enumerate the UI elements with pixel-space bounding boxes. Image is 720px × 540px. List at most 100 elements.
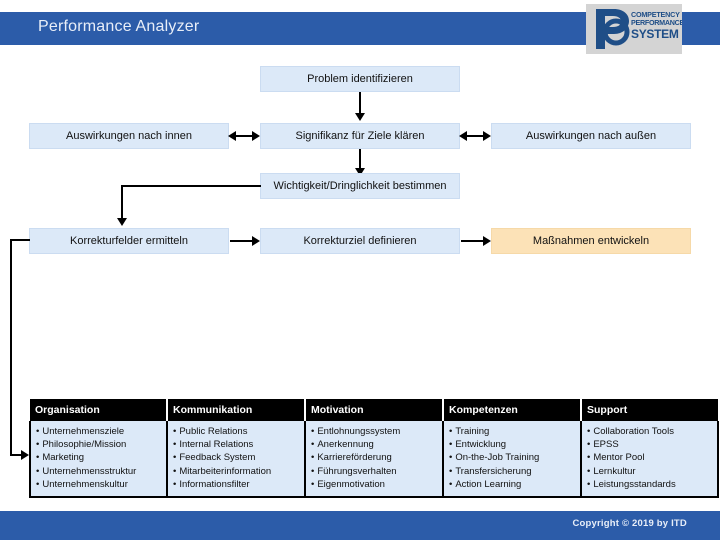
list-item: • Leistungsstandards (587, 478, 717, 491)
list-item: • Unternehmensstruktur (36, 465, 166, 478)
list-item: • Transfersicherung (449, 465, 580, 478)
list-item: • Philosophie/Mission (36, 438, 166, 451)
copyright-text: Copyright © 2019 by ITD (572, 518, 687, 529)
connector-korrekturziel-massnahmen (461, 240, 484, 242)
list-item-label: Führungsverhalten (317, 465, 397, 477)
list-item: • Internal Relations (173, 438, 304, 451)
bullet-glyph: • (449, 478, 453, 490)
flow-node-label: Auswirkungen nach innen (66, 130, 192, 142)
bullet-glyph: • (587, 452, 591, 464)
bullet-glyph: • (173, 426, 177, 437)
list-item-label: Mitarbeiterinformation (179, 465, 272, 477)
flow-node-signifikanz[interactable]: Signifikanz für Ziele klären (260, 123, 460, 149)
connector-signifikanz-aussen (467, 135, 484, 137)
list-item: • Marketing (36, 451, 166, 464)
connector-korrekturfelder-loop-h-top (10, 239, 30, 241)
bullet-glyph: • (587, 478, 591, 490)
list-item-label: Training (455, 426, 490, 437)
table-cell-motivation: • Entlohnungssystem • Anerkennung • Karrier… (305, 421, 444, 498)
flow-node-label: Korrekturfelder ermitteln (70, 235, 188, 247)
list-item-label: Leistungsstandards (593, 478, 676, 490)
arrowhead-left-innen (228, 131, 236, 141)
bullet-glyph: • (449, 426, 453, 437)
flow-node-auswirkungen-aussen[interactable]: Auswirkungen nach außen (491, 123, 691, 149)
column-header-kommunikation: Kommunikation (167, 399, 306, 421)
bullet-glyph: • (311, 439, 315, 451)
list-item-label: Entlohnungssystem (317, 426, 401, 437)
logo-line-2: PERFORMANCE (631, 17, 682, 27)
list-item: • Informationsfilter (173, 478, 304, 491)
p-monogram-icon (596, 9, 630, 49)
bullet-glyph: • (311, 426, 315, 437)
flow-node-label: Problem identifizieren (307, 73, 413, 85)
bullet-glyph: • (173, 478, 177, 490)
list-item-label: Internal Relations (179, 439, 254, 451)
table-cell-kommunikation: • Public Relations • Internal Relations • F… (167, 421, 306, 498)
column-header-motivation: Motivation (305, 399, 444, 421)
bullet-glyph: • (449, 465, 453, 477)
bullet-glyph: • (173, 465, 177, 477)
arrowhead-right-massnahmen (483, 236, 491, 246)
list-item-label: Lernkultur (593, 465, 636, 477)
connector-korrekturfelder-loop-v (10, 239, 12, 456)
competency-matrix-table: Organisation Kommunikation Motivation Ko… (29, 399, 719, 498)
flow-node-massnahmen[interactable]: Maßnahmen entwickeln (491, 228, 691, 254)
list-item: • Public Relations (173, 425, 304, 438)
bullet-glyph: • (36, 452, 40, 464)
table-header-row: Organisation Kommunikation Motivation Ko… (30, 399, 718, 421)
list-item: • Entwicklung (449, 438, 580, 451)
flow-node-label: Maßnahmen entwickeln (532, 235, 650, 247)
bullet-glyph: • (587, 439, 591, 451)
arrowhead-right-aussen (483, 131, 491, 141)
arrowhead-right-signifikanz-left (252, 131, 260, 141)
bullet-glyph: • (449, 452, 453, 464)
list-item: • Training (449, 425, 580, 438)
list-item: • Unternehmenskultur (36, 478, 166, 491)
list-item-label: Unternehmensziele (42, 426, 125, 437)
page-title: Performance Analyzer (38, 18, 200, 35)
bullet-glyph: • (449, 439, 453, 451)
column-header-support: Support (581, 399, 718, 421)
logo-wordmark: COMPETENCY PERFORMANCE SYSTEM (631, 11, 682, 41)
bullet-glyph: • (587, 465, 591, 477)
list-item-label: Unternehmenskultur (42, 478, 128, 490)
list-item: • EPSS (587, 438, 717, 451)
connector-wichtigkeit-elbow-v (121, 185, 123, 222)
table-cell-organisation: • Unternehmensziele • Philosophie/Mission … (30, 421, 168, 498)
bullet-glyph: • (36, 478, 40, 490)
bullet-glyph: • (36, 426, 40, 437)
flow-node-label: Signifikanz für Ziele klären (295, 130, 425, 142)
list-item: • Unternehmensziele (36, 425, 166, 438)
list-item-label: Transfersicherung (455, 465, 532, 477)
flow-node-label: Korrekturziel definieren (303, 235, 417, 247)
arrowhead-down-signifikanz (355, 113, 365, 121)
list-item: • Mentor Pool (587, 451, 717, 464)
list-item-label: Collaboration Tools (593, 426, 674, 437)
bullet-glyph: • (311, 478, 315, 490)
flow-node-problem[interactable]: Problem identifizieren (260, 66, 460, 92)
arrowhead-right-korrekturziel (252, 236, 260, 246)
list-item-label: On-the-Job Training (455, 452, 540, 464)
list-item-label: Philosophie/Mission (42, 439, 127, 451)
logo-line-3: SYSTEM (631, 26, 679, 41)
flow-node-korrekturfelder[interactable]: Korrekturfelder ermitteln (29, 228, 229, 254)
list-item-label: EPSS (593, 439, 619, 451)
table-row: • Unternehmensziele • Philosophie/Mission … (30, 421, 718, 498)
bullet-glyph: • (587, 426, 591, 437)
list-item: • Action Learning (449, 478, 580, 491)
flow-node-auswirkungen-innen[interactable]: Auswirkungen nach innen (29, 123, 229, 149)
list-item: • Collaboration Tools (587, 425, 717, 438)
brand-logo: COMPETENCY PERFORMANCE SYSTEM (586, 4, 682, 54)
flow-node-label: Auswirkungen nach außen (525, 130, 657, 142)
arrowhead-right-matrix (21, 450, 29, 460)
list-item-label: Feedback System (179, 452, 256, 464)
list-item: • On-the-Job Training (449, 451, 580, 464)
flow-node-korrekturziel[interactable]: Korrekturziel definieren (260, 228, 460, 254)
list-item: • Lernkultur (587, 465, 717, 478)
list-item-label: Marketing (42, 452, 85, 464)
list-item-label: Eigenmotivation (317, 478, 385, 490)
bullet-glyph: • (36, 465, 40, 477)
flow-node-wichtigkeit[interactable]: Wichtigkeit/Dringlichkeit bestimmen (260, 173, 460, 199)
list-item-label: Mentor Pool (593, 452, 645, 464)
table-cell-support: • Collaboration Tools • EPSS • Mentor Pool … (581, 421, 718, 498)
